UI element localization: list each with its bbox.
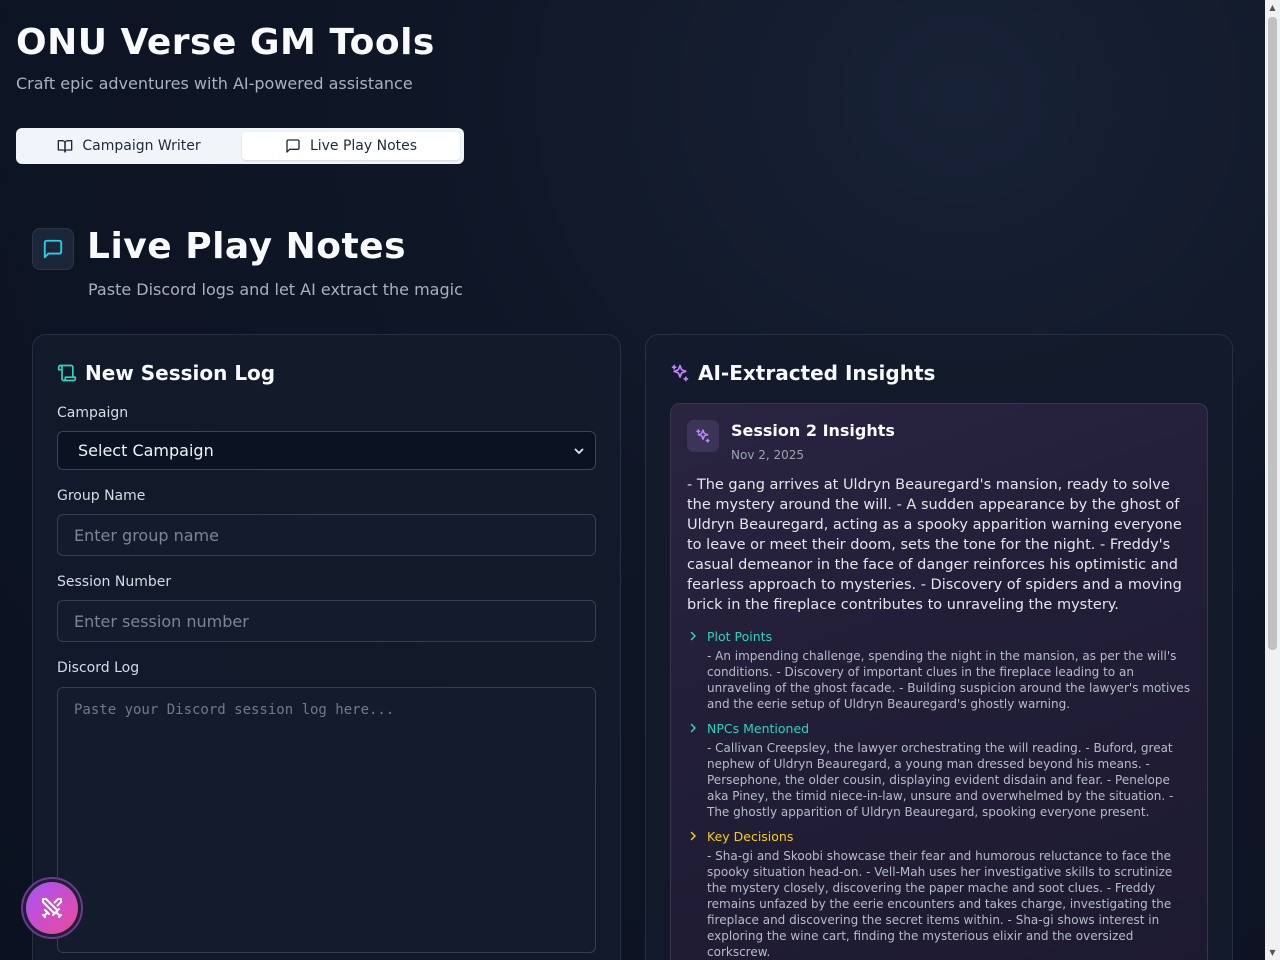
crossed-swords-icon xyxy=(42,898,62,918)
session-number-label: Session Number xyxy=(57,574,172,590)
insight-title: Session 2 Insights xyxy=(731,421,895,440)
section-icon-badge xyxy=(32,228,74,270)
chevron-down-icon xyxy=(574,448,584,454)
tab-list: Campaign Writer Live Play Notes xyxy=(16,128,464,164)
card-heading-label: AI-Extracted Insights xyxy=(698,361,936,385)
tab-live-play-notes[interactable]: Live Play Notes xyxy=(242,132,460,160)
insights-card: AI-Extracted Insights Session 2 Insights… xyxy=(645,334,1233,960)
chevron-right-icon xyxy=(690,831,696,841)
message-square-icon xyxy=(286,139,300,153)
group-name-label: Group Name xyxy=(57,488,146,504)
app-page: ONU Verse GM Tools Craft epic adventures… xyxy=(0,0,1265,960)
campaign-label: Campaign xyxy=(57,405,129,421)
book-open-icon xyxy=(58,140,73,153)
scroll-thumb[interactable] xyxy=(1268,17,1277,650)
scroll-down-arrow[interactable]: ▼ xyxy=(1265,945,1280,960)
session-insight: Session 2 Insights Nov 2, 2025 - The gan… xyxy=(670,403,1208,960)
plot-points-toggle[interactable]: Plot Points xyxy=(687,628,1195,644)
ai-assistant-button-inner xyxy=(26,882,78,934)
campaign-select-value: Select Campaign xyxy=(78,441,214,460)
discord-log-textarea[interactable]: Paste your Discord session log here... xyxy=(57,687,596,953)
plot-points-section: Plot Points - An impending challenge, sp… xyxy=(687,628,1195,712)
npcs-label: NPCs Mentioned xyxy=(707,720,810,736)
ai-assistant-button[interactable] xyxy=(21,877,83,939)
sparkles-icon xyxy=(696,429,710,443)
page-scrollbar[interactable]: ▲ ▼ xyxy=(1265,0,1280,960)
insight-summary: - The gang arrives at Uldryn Beauregard'… xyxy=(687,477,1182,613)
insight-date: Nov 2, 2025 xyxy=(731,448,805,462)
key-decisions-text: - Sha-gi and Skoobi showcase their fear … xyxy=(707,849,1173,959)
discord-log-label: Discord Log xyxy=(57,660,140,676)
card-heading: AI-Extracted Insights xyxy=(670,361,935,385)
key-decisions-section: Key Decisions - Sha-gi and Skoobi showca… xyxy=(687,828,1195,960)
npcs-section: NPCs Mentioned - Callivan Creepsley, the… xyxy=(687,720,1195,820)
npcs-toggle[interactable]: NPCs Mentioned xyxy=(687,720,1195,736)
section-subtitle: Paste Discord logs and let AI extract th… xyxy=(88,280,463,299)
section-title: Live Play Notes xyxy=(87,226,407,267)
message-square-icon xyxy=(43,239,63,259)
plot-points-label: Plot Points xyxy=(707,628,773,644)
new-session-card: New Session Log Campaign Select Campaign… xyxy=(32,334,621,960)
tab-campaign-writer[interactable]: Campaign Writer xyxy=(20,132,238,160)
plot-points-text: - An impending challenge, spending the n… xyxy=(707,649,1191,711)
campaign-select[interactable]: Select Campaign xyxy=(57,431,596,470)
session-number-input[interactable]: Enter session number xyxy=(57,600,596,642)
chevron-right-icon xyxy=(690,631,696,641)
key-decisions-toggle[interactable]: Key Decisions xyxy=(687,828,1195,844)
insight-icon-badge xyxy=(687,420,719,452)
scroll-up-arrow[interactable]: ▲ xyxy=(1265,0,1280,15)
app-title: ONU Verse GM Tools xyxy=(16,22,435,63)
npcs-text: - Callivan Creepsley, the lawyer orchest… xyxy=(707,741,1174,819)
scroll-icon xyxy=(57,364,77,382)
app-subtitle: Craft epic adventures with AI-powered as… xyxy=(16,74,413,93)
group-name-input[interactable]: Enter group name xyxy=(57,514,596,556)
card-heading: New Session Log xyxy=(57,361,275,385)
chevron-right-icon xyxy=(690,723,696,733)
sparkles-icon xyxy=(671,364,689,382)
card-heading-label: New Session Log xyxy=(85,361,276,385)
tab-label: Campaign Writer xyxy=(82,138,201,154)
key-decisions-label: Key Decisions xyxy=(707,828,794,844)
tab-label: Live Play Notes xyxy=(309,138,418,154)
